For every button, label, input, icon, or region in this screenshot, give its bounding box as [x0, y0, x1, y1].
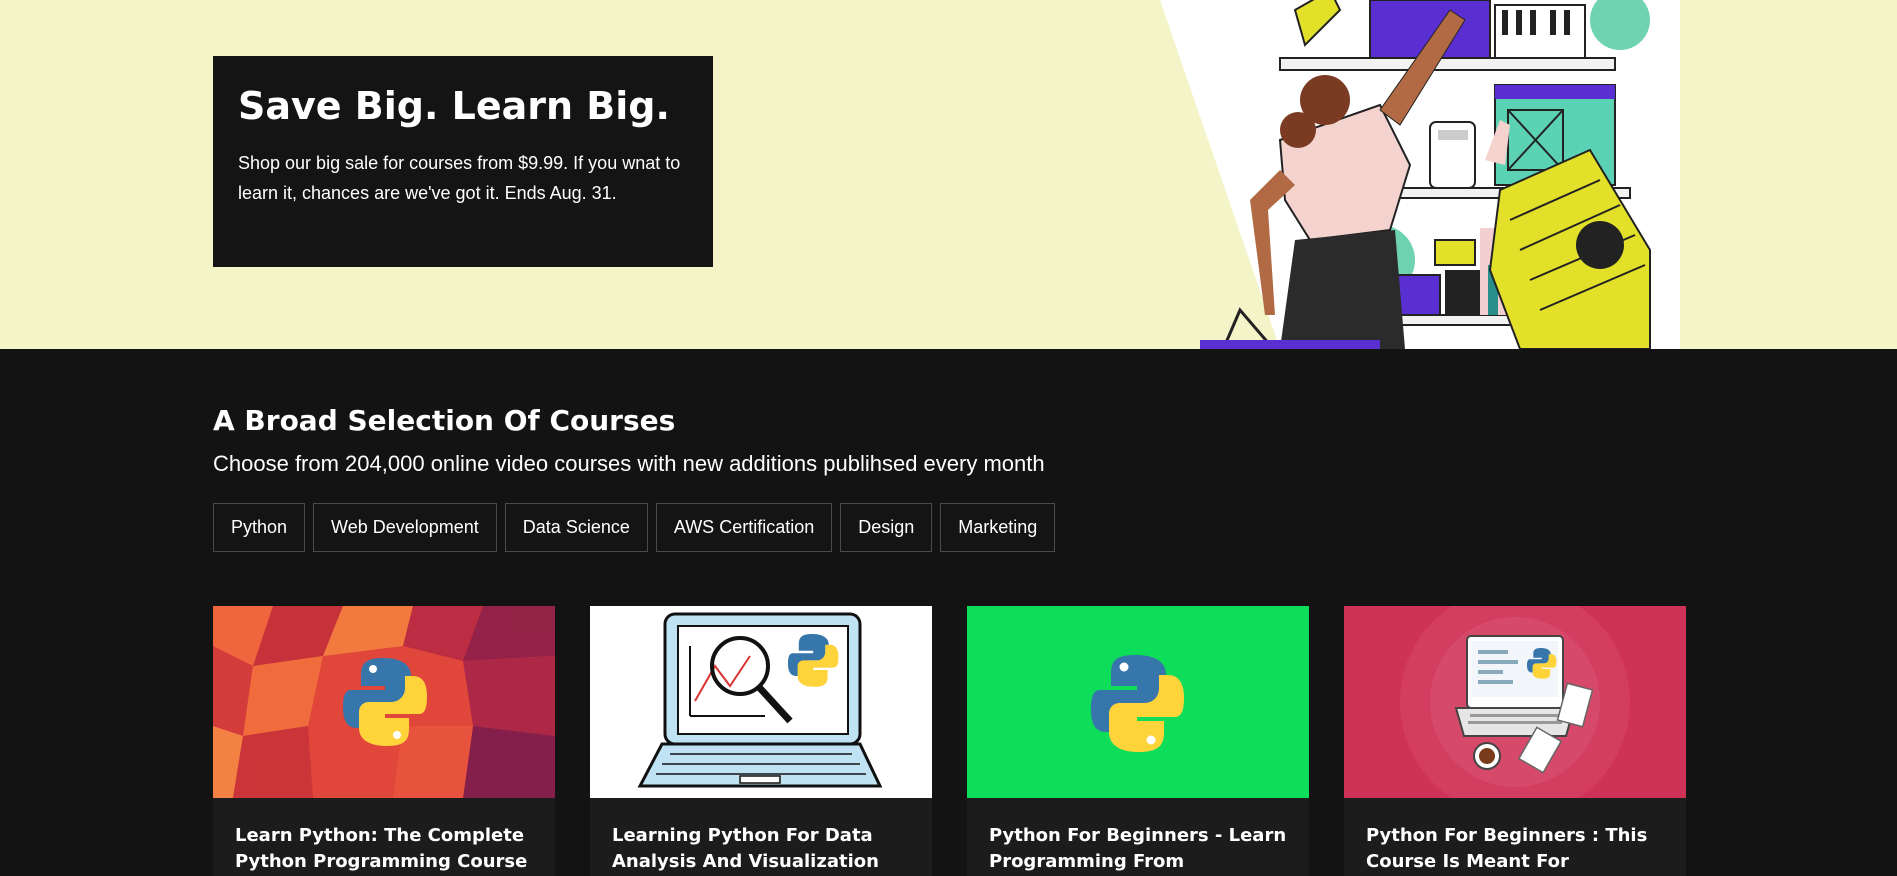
laptop-python-icon	[1344, 606, 1686, 798]
tab-web-development[interactable]: Web Development	[313, 503, 497, 552]
course-title[interactable]: Python For Beginners - Learn Programming…	[967, 798, 1309, 875]
course-thumbnail[interactable]	[590, 606, 932, 798]
course-card[interactable]: Python For Beginners : This Course Is Me…	[1344, 606, 1686, 876]
hero-banner: Save Big. Learn Big. Shop our big sale f…	[0, 0, 1897, 349]
course-title[interactable]: Learn Python: The Complete Python Progra…	[213, 798, 555, 875]
tab-design[interactable]: Design	[840, 503, 933, 552]
course-card[interactable]: Python For Beginners - Learn Programming…	[967, 606, 1309, 876]
course-card[interactable]: Learning Python For Data Analysis And Vi…	[590, 606, 932, 876]
tab-aws-certification[interactable]: AWS Certification	[655, 503, 833, 552]
course-title[interactable]: Learning Python For Data Analysis And Vi…	[590, 798, 932, 875]
tab-python[interactable]: Python	[213, 503, 306, 552]
tab-marketing[interactable]: Marketing	[940, 503, 1056, 552]
course-card[interactable]: Learn Python: The Complete Python Progra…	[213, 606, 555, 876]
tab-data-science[interactable]: Data Science	[504, 503, 648, 552]
section-subtitle: Choose from 204,000 online video courses…	[213, 451, 1045, 476]
python-logo-icon	[213, 606, 555, 798]
laptop-chart-icon	[590, 606, 932, 798]
hero-text: Shop our big sale for courses from $9.99…	[238, 152, 681, 203]
section-title: A Broad Selection Of Courses	[213, 404, 676, 437]
hero-card: Save Big. Learn Big. Shop our big sale f…	[213, 56, 713, 267]
shopping-illustration	[1160, 0, 1680, 349]
python-logo-icon	[967, 606, 1309, 798]
course-cards: Learn Python: The Complete Python Progra…	[213, 606, 1686, 876]
hero-title: Save Big. Learn Big.	[238, 84, 670, 128]
category-tabs: Python Web Development Data Science AWS …	[213, 503, 1056, 552]
course-thumbnail[interactable]	[1344, 606, 1686, 798]
course-thumbnail[interactable]	[213, 606, 555, 798]
course-thumbnail[interactable]	[967, 606, 1309, 798]
course-title[interactable]: Python For Beginners : This Course Is Me…	[1344, 798, 1686, 875]
